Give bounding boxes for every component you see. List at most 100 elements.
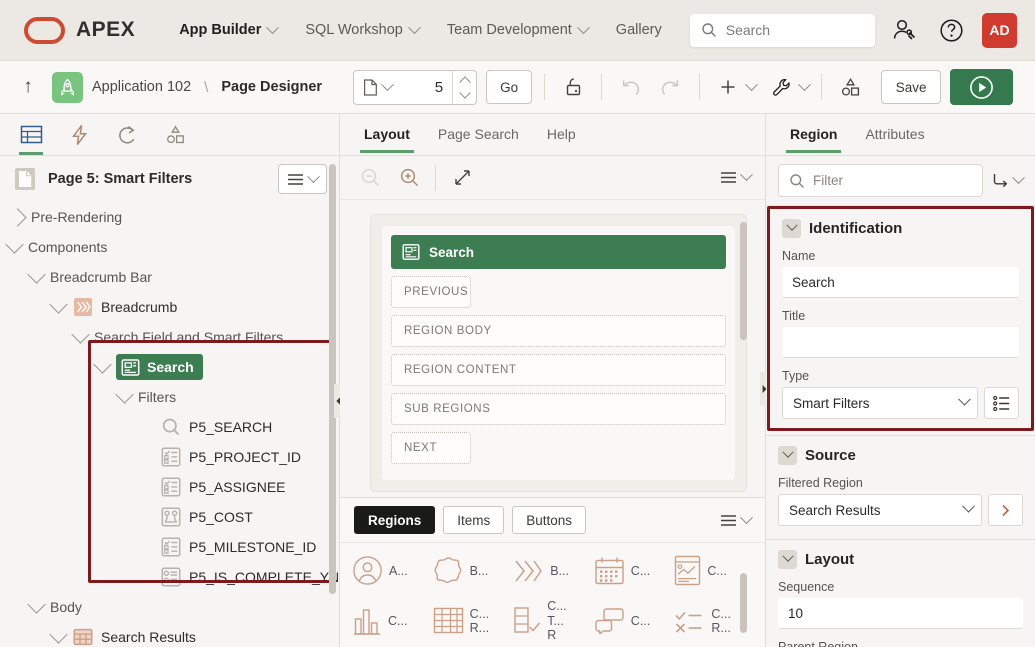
tab-shared-components[interactable] — [158, 115, 192, 155]
canvas-region-search[interactable]: Search — [391, 235, 726, 269]
gallery-item[interactable]: B... — [433, 551, 512, 591]
gallery-tab-items[interactable]: Items — [443, 506, 505, 534]
tab-region[interactable]: Region — [778, 116, 849, 153]
go-button[interactable]: Go — [486, 70, 533, 104]
avatar[interactable]: AD — [982, 12, 1017, 48]
gallery-item[interactable]: C... R... — [433, 595, 512, 647]
list-values-icon[interactable] — [984, 387, 1019, 419]
placeholder-sub-regions[interactable]: SUB REGIONS — [391, 393, 726, 425]
placeholder-next[interactable]: NEXT — [391, 432, 471, 464]
title-input[interactable] — [782, 327, 1019, 358]
filtered-region-select[interactable]: Search Results — [778, 494, 982, 526]
expand-diagonal-icon[interactable] — [446, 162, 478, 194]
global-search-input[interactable]: Search — [689, 13, 875, 47]
gallery-grid[interactable]: A... B... B... C... C... C... C... R... C... T.… — [340, 543, 765, 647]
nav-item-sql-workshop[interactable]: SQL Workshop — [291, 14, 433, 46]
gallery-item[interactable]: A... — [352, 551, 431, 591]
tab-attributes[interactable]: Attributes — [853, 116, 936, 153]
name-input[interactable]: Search — [782, 267, 1019, 298]
tree-node-filters[interactable]: Filters — [0, 382, 339, 412]
chevron-down-icon[interactable] — [93, 355, 112, 374]
add-component-button[interactable] — [712, 71, 758, 103]
chevron-right-icon[interactable] — [8, 207, 27, 227]
page-number-stepper[interactable] — [452, 70, 476, 104]
canvas-gallery-splitter[interactable] — [370, 492, 747, 497]
zoom-out-icon[interactable] — [354, 162, 386, 194]
tree-node-breadcrumb[interactable]: Breadcrumb — [0, 292, 339, 322]
layout-menu-button[interactable] — [720, 168, 753, 184]
type-select[interactable]: Smart Filters — [782, 387, 978, 419]
property-filter-input[interactable]: Filter — [778, 164, 983, 197]
placeholder-previous[interactable]: PREVIOUS — [391, 276, 471, 308]
tree-node-components[interactable]: Components — [0, 232, 339, 262]
apex-logo[interactable]: APEX — [24, 16, 135, 44]
tree-node-search-field-and-smart-filters[interactable]: Search Field and Smart Filters — [0, 322, 339, 352]
tree-node-search[interactable]: Search — [0, 352, 339, 382]
section-header-identification[interactable]: Identification — [770, 209, 1031, 247]
undo-icon[interactable] — [614, 71, 646, 103]
gallery-item[interactable]: C... T... R — [513, 595, 592, 647]
chevron-down-icon[interactable] — [115, 385, 134, 404]
run-page-button[interactable] — [950, 69, 1014, 105]
layout-canvas[interactable]: Search PREVIOUS REGION BODY REGION CONTE… — [340, 200, 765, 497]
tree-node-p5-milestone-id[interactable]: P5_MILESTONE_ID — [0, 532, 339, 562]
tree-scrollbar[interactable] — [329, 164, 336, 594]
chevron-down-icon[interactable] — [27, 265, 46, 284]
tree-node-p5-assignee[interactable]: P5_ASSIGNEE — [0, 472, 339, 502]
redo-icon[interactable] — [655, 71, 687, 103]
chevron-down-icon[interactable] — [5, 235, 24, 254]
chevron-down-icon[interactable] — [71, 325, 90, 344]
nav-item-app-builder[interactable]: App Builder — [165, 14, 291, 46]
placeholder-region-content[interactable]: REGION CONTENT — [391, 354, 726, 386]
tree-menu-button[interactable] — [278, 164, 327, 194]
canvas-scrollbar[interactable] — [740, 222, 747, 340]
rocket-icon[interactable] — [52, 71, 83, 103]
chevron-down-icon[interactable] — [49, 295, 68, 314]
tab-dynamic-actions[interactable] — [62, 115, 96, 155]
tree-node-p5-search[interactable]: P5_SEARCH — [0, 412, 339, 442]
back-up-arrow-icon[interactable]: ↑ — [13, 72, 43, 102]
tab-layout[interactable]: Layout — [352, 116, 422, 153]
section-toggle-icon[interactable] — [778, 549, 797, 569]
chevron-down-icon[interactable] — [27, 595, 46, 614]
save-button[interactable]: Save — [881, 70, 942, 104]
shapes-icon[interactable] — [834, 71, 866, 103]
go-to-property-button[interactable] — [991, 171, 1025, 190]
tab-processing[interactable] — [110, 115, 144, 155]
tree-node-p5-project-id[interactable]: P5_PROJECT_ID — [0, 442, 339, 472]
gallery-item[interactable]: C... — [594, 551, 673, 591]
gallery-item[interactable]: C... — [352, 595, 431, 647]
tree-node-pre-rendering[interactable]: Pre-Rendering — [0, 202, 339, 232]
gallery-menu-button[interactable] — [720, 510, 753, 527]
tree-node-p5-is-complete-yn[interactable]: P5_IS_COMPLETE_YN — [0, 562, 339, 592]
help-circle-icon[interactable] — [936, 15, 966, 45]
zoom-in-icon[interactable] — [393, 162, 425, 194]
tab-rendering[interactable] — [14, 115, 48, 155]
tab-page-search[interactable]: Page Search — [426, 116, 531, 153]
chevron-down-icon[interactable] — [49, 625, 68, 644]
page-type-dropdown[interactable] — [354, 77, 400, 96]
utilities-button[interactable] — [765, 71, 811, 103]
lock-icon[interactable] — [557, 71, 589, 103]
tree-node-p5-cost[interactable]: P5_COST — [0, 502, 339, 532]
gallery-item[interactable]: B... — [513, 551, 592, 591]
nav-item-gallery[interactable]: Gallery — [602, 14, 676, 46]
page-number-input[interactable]: 5 — [400, 79, 452, 96]
gallery-tab-regions[interactable]: Regions — [354, 506, 436, 534]
gallery-item[interactable]: C... — [594, 595, 673, 647]
page-rendering-tree[interactable]: Pre-Rendering Components Breadcrumb Bar Bre… — [0, 202, 339, 647]
chevron-right-icon[interactable] — [988, 494, 1023, 526]
gallery-scrollbar[interactable] — [740, 573, 747, 633]
section-header-layout[interactable]: Layout — [766, 540, 1035, 578]
sequence-input[interactable]: 10 — [778, 598, 1023, 629]
gallery-tab-buttons[interactable]: Buttons — [512, 506, 587, 534]
nav-item-team-development[interactable]: Team Development — [433, 14, 602, 46]
section-toggle-icon[interactable] — [778, 445, 797, 465]
section-toggle-icon[interactable] — [782, 218, 801, 238]
section-header-source[interactable]: Source — [766, 436, 1035, 474]
tree-node-search-results[interactable]: Search Results — [0, 622, 339, 647]
tab-help[interactable]: Help — [535, 116, 588, 153]
breadcrumb-application[interactable]: Application 102 — [92, 79, 191, 95]
placeholder-region-body[interactable]: REGION BODY — [391, 315, 726, 347]
tree-node-breadcrumb-bar[interactable]: Breadcrumb Bar — [0, 262, 339, 292]
